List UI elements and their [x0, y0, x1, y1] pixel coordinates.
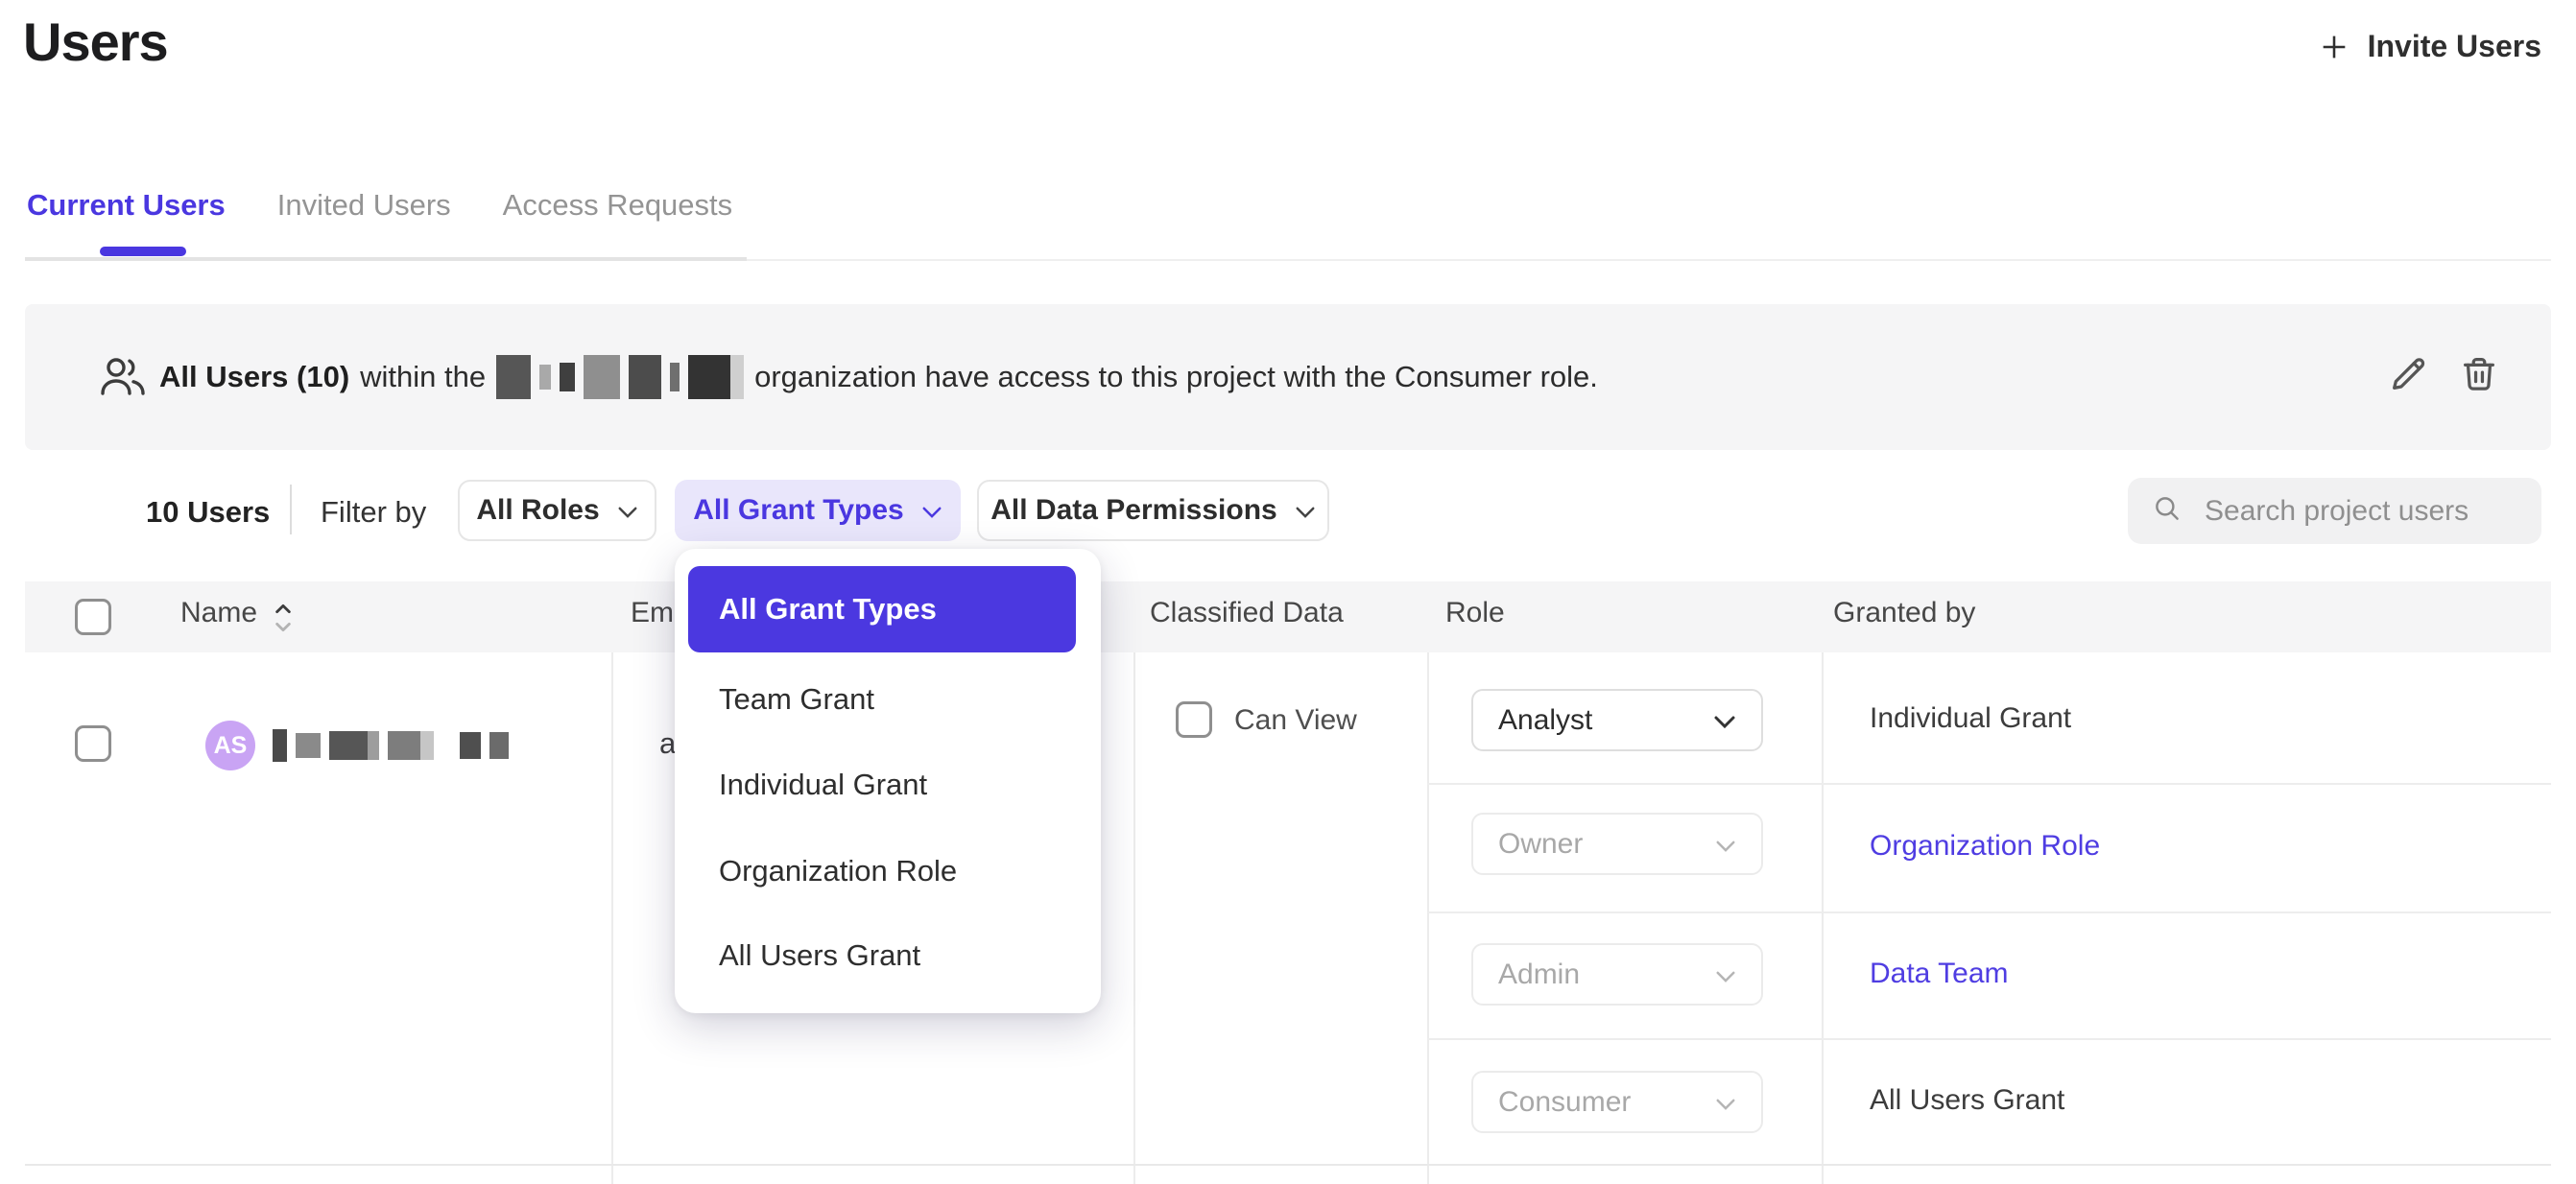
banner-message: All Users (10) within the organization h… — [159, 304, 1598, 450]
column-header-role[interactable]: Role — [1445, 597, 1505, 629]
menu-item-all-grant-types[interactable]: All Grant Types — [688, 566, 1076, 652]
banner-post-text: organization have access to this project… — [754, 360, 1598, 394]
chevron-down-icon — [1715, 1086, 1736, 1119]
role-select-admin: Admin — [1471, 943, 1763, 1006]
column-header-granted-by[interactable]: Granted by — [1833, 597, 1975, 629]
role-select-owner: Owner — [1471, 813, 1763, 875]
tab-bar: Current Users Invited Users Access Reque… — [27, 188, 732, 223]
invite-users-label: Invite Users — [2368, 29, 2541, 64]
filter-all-data-permissions[interactable]: All Data Permissions — [977, 480, 1329, 541]
menu-item-organization-role[interactable]: Organization Role — [719, 854, 957, 888]
banner-pre-text: within the — [360, 360, 486, 394]
role-select-value: Analyst — [1498, 704, 1592, 737]
tabs-group-divider — [25, 257, 747, 261]
granted-by-data-team-link[interactable]: Data Team — [1870, 958, 2009, 990]
search-icon — [2151, 492, 2183, 530]
granted-by-individual-grant: Individual Grant — [1870, 702, 2071, 735]
org-name-redaction — [496, 355, 744, 399]
sort-icon[interactable] — [271, 600, 296, 641]
filter-all-roles[interactable]: All Roles — [458, 480, 656, 541]
can-view-checkbox[interactable] — [1176, 701, 1212, 738]
role-select-analyst[interactable]: Analyst — [1471, 689, 1763, 751]
column-divider — [1427, 652, 1429, 1184]
chevron-down-icon — [1295, 494, 1316, 527]
role-select-consumer: Consumer — [1471, 1071, 1763, 1133]
search-input[interactable] — [2203, 494, 2518, 529]
menu-item-all-users-grant[interactable]: All Users Grant — [719, 938, 920, 973]
edit-pencil-icon[interactable] — [2386, 352, 2430, 396]
grant-type-dropdown-menu: All Grant Types Team Grant Individual Gr… — [675, 549, 1101, 1013]
filter-all-grant-types-label: All Grant Types — [693, 494, 904, 527]
column-divider — [1822, 652, 1824, 1184]
menu-item-team-grant[interactable]: Team Grant — [719, 682, 874, 717]
chevron-down-icon — [1713, 704, 1736, 737]
plus-icon — [2318, 31, 2350, 63]
chevron-down-icon — [1715, 959, 1736, 991]
role-select-value: Owner — [1498, 828, 1583, 861]
filter-by-label: Filter by — [321, 495, 426, 530]
tab-invited-users[interactable]: Invited Users — [277, 188, 451, 223]
delete-trash-icon[interactable] — [2457, 352, 2501, 396]
banner-bold-text: All Users (10) — [159, 360, 349, 394]
select-all-checkbox[interactable] — [75, 599, 111, 635]
users-page: Users Invite Users Current Users Invited… — [0, 0, 2576, 1184]
filter-all-grant-types[interactable]: All Grant Types — [675, 480, 961, 541]
tab-access-requests[interactable]: Access Requests — [503, 188, 733, 223]
column-divider — [1133, 652, 1135, 1184]
role-select-value: Admin — [1498, 959, 1580, 991]
filter-all-data-permissions-label: All Data Permissions — [990, 494, 1276, 527]
people-icon — [96, 350, 150, 409]
filter-all-roles-label: All Roles — [476, 494, 599, 527]
user-count: 10 Users — [146, 495, 270, 530]
grant-row-divider — [1427, 1038, 2551, 1040]
column-header-name[interactable]: Name — [180, 597, 257, 629]
active-tab-underline — [100, 247, 186, 256]
email-cell: a — [659, 726, 676, 761]
user-row-divider — [25, 1164, 2551, 1166]
chevron-down-icon — [921, 494, 942, 527]
granted-by-organization-role-link[interactable]: Organization Role — [1870, 830, 2100, 863]
grant-row-divider — [1427, 783, 2551, 785]
tab-current-users[interactable]: Current Users — [27, 188, 226, 223]
invite-users-button[interactable]: Invite Users — [2318, 29, 2541, 64]
chevron-down-icon — [617, 494, 638, 527]
all-users-banner: All Users (10) within the organization h… — [25, 304, 2551, 450]
grant-row-divider — [1427, 912, 2551, 913]
granted-by-all-users-grant: All Users Grant — [1870, 1084, 2064, 1117]
role-select-value: Consumer — [1498, 1086, 1631, 1119]
menu-item-individual-grant[interactable]: Individual Grant — [719, 768, 927, 802]
page-title: Users — [23, 8, 168, 77]
filter-divider — [290, 485, 292, 534]
user-name-redaction — [273, 729, 509, 762]
chevron-down-icon — [1715, 828, 1736, 861]
column-header-classified-data[interactable]: Classified Data — [1150, 597, 1344, 629]
row-checkbox[interactable] — [75, 725, 111, 762]
column-divider — [611, 652, 613, 1184]
avatar: AS — [205, 721, 255, 770]
can-view-label: Can View — [1234, 704, 1357, 737]
search-project-users — [2128, 478, 2541, 544]
